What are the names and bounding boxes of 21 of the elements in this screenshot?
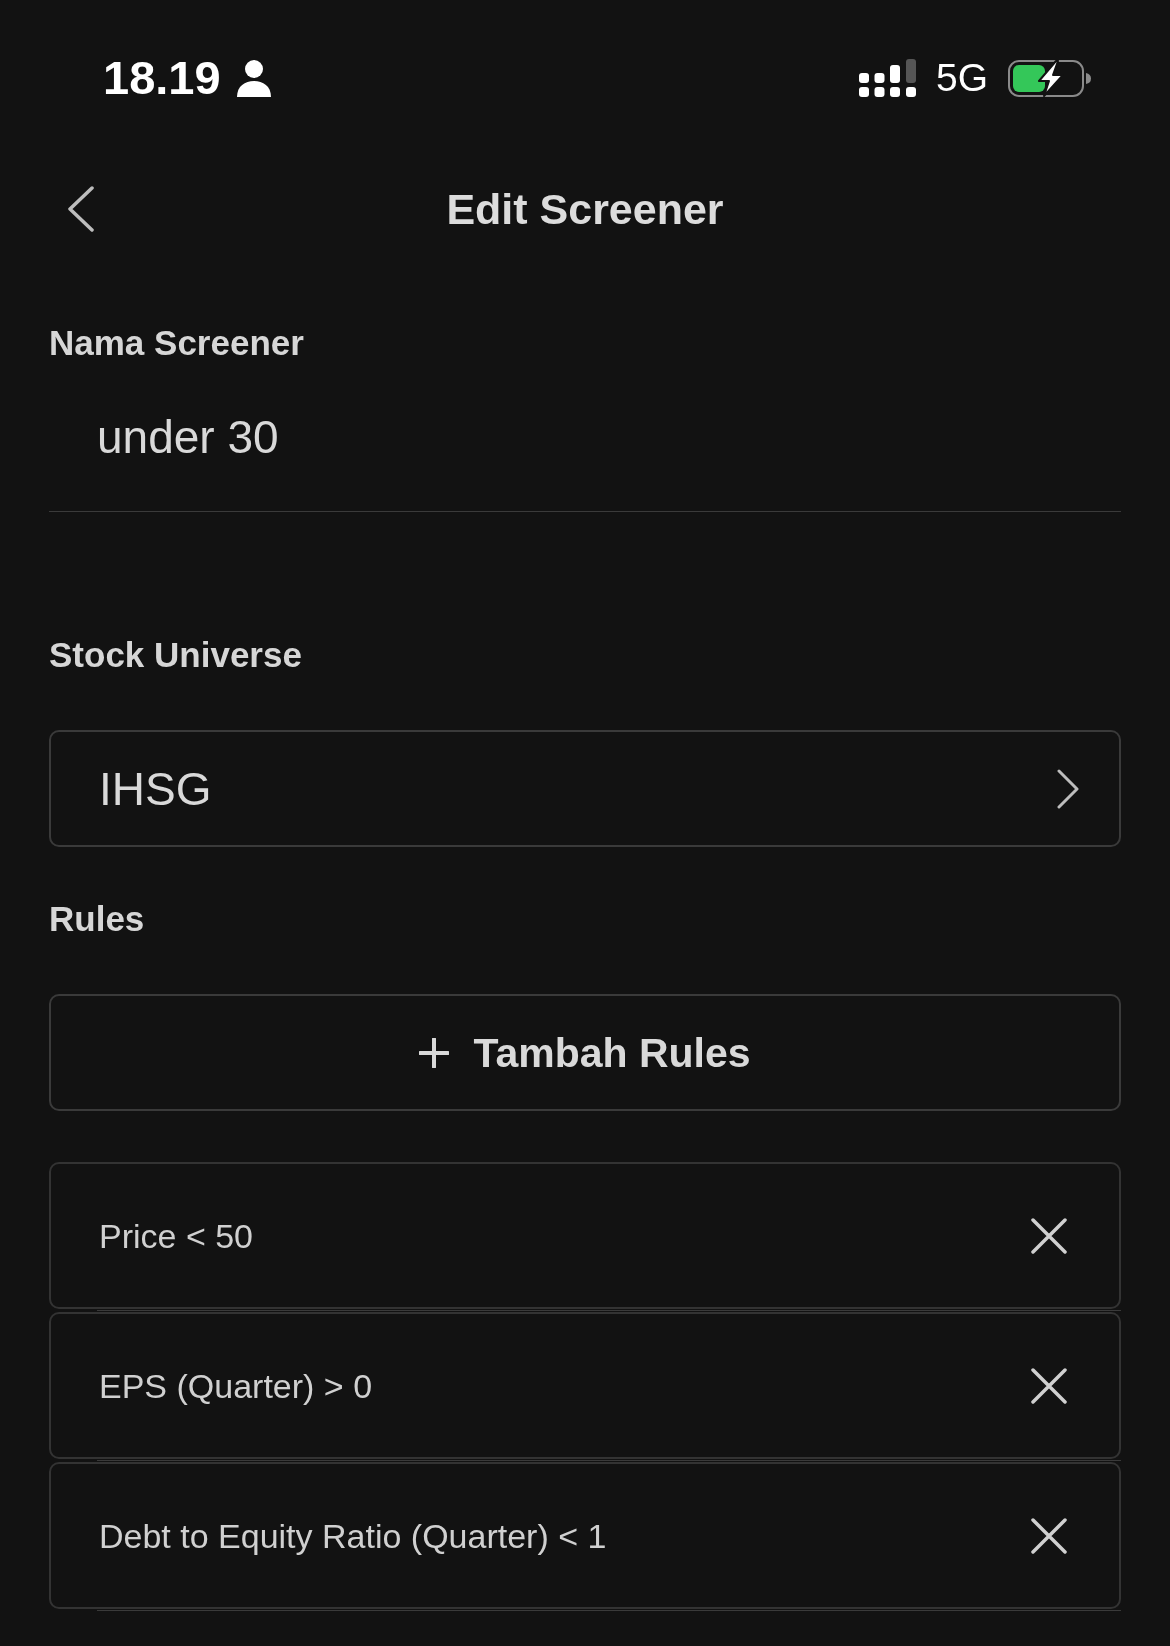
rule-label: EPS (Quarter) > 0 [99,1365,373,1406]
page-title: Edit Screener [446,184,724,234]
close-icon[interactable] [1031,1217,1067,1254]
chevron-left-icon[interactable] [66,186,95,232]
chevron-right-icon [1057,768,1079,809]
close-icon[interactable] [1031,1367,1067,1404]
name-input-field[interactable]: under 30 [49,363,1121,512]
stock-universe-select[interactable]: IHSG [49,730,1121,847]
status-time: 18.19 [103,53,221,103]
field-label: Stock Universe [49,635,303,675]
field-label: Rules [49,899,146,939]
rule-label: Price < 50 [99,1215,254,1256]
close-icon[interactable] [1031,1517,1067,1554]
network-label: 5G [935,56,988,100]
add-rule-button[interactable]: Tambah Rules [49,994,1121,1111]
rule-label: Debt to Equity Ratio (Quarter) < 1 [99,1515,607,1556]
plus-icon [419,1037,450,1068]
battery-charging-icon [1008,59,1092,97]
signal-icon [858,59,916,97]
field-label: Nama Screener [49,323,305,363]
person-icon [236,59,271,97]
